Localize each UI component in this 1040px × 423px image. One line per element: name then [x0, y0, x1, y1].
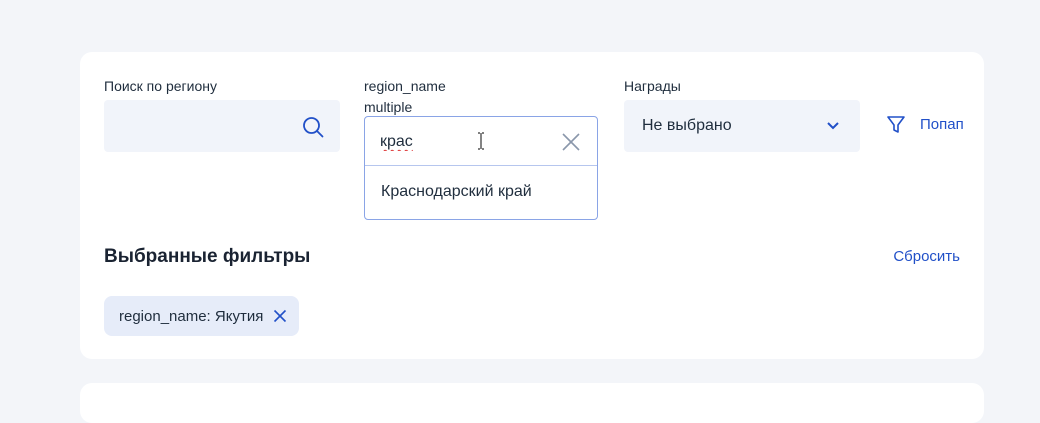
filter-chip: region_name: Якутия — [104, 296, 300, 336]
region-search-label: Поиск по региону — [104, 78, 217, 94]
awards-label: Награды — [624, 78, 681, 94]
selected-filters-title: Выбранные фильтры — [104, 246, 311, 267]
region-name-input-wrap[interactable] — [365, 117, 597, 166]
popup-filter-link[interactable]: Попап — [886, 115, 966, 135]
region-name-input[interactable] — [380, 131, 540, 153]
text-cursor-icon — [478, 132, 484, 150]
region-search-field[interactable] — [104, 100, 340, 152]
region-name-sublabel: multiple — [364, 99, 413, 115]
awards-selected-value: Не выбрано — [642, 117, 732, 134]
close-icon[interactable] — [273, 309, 287, 323]
filter-icon — [887, 116, 905, 133]
reset-button[interactable]: Сбросить — [893, 248, 960, 265]
region-name-label: region_name — [364, 78, 446, 94]
results-card — [80, 383, 984, 423]
search-icon[interactable] — [302, 116, 324, 138]
region-name-combobox[interactable]: Краснодарский край — [364, 116, 598, 220]
awards-select[interactable]: Не выбрано — [624, 100, 860, 152]
region-option[interactable]: Краснодарский край — [365, 166, 597, 218]
chevron-down-icon — [827, 122, 839, 130]
close-icon[interactable] — [561, 132, 581, 152]
filter-chip-label: region_name: Якутия — [119, 307, 264, 325]
popup-filter-label: Попап — [920, 116, 964, 133]
filters-card: Поиск по региону region_name multiple Кр… — [80, 52, 984, 359]
